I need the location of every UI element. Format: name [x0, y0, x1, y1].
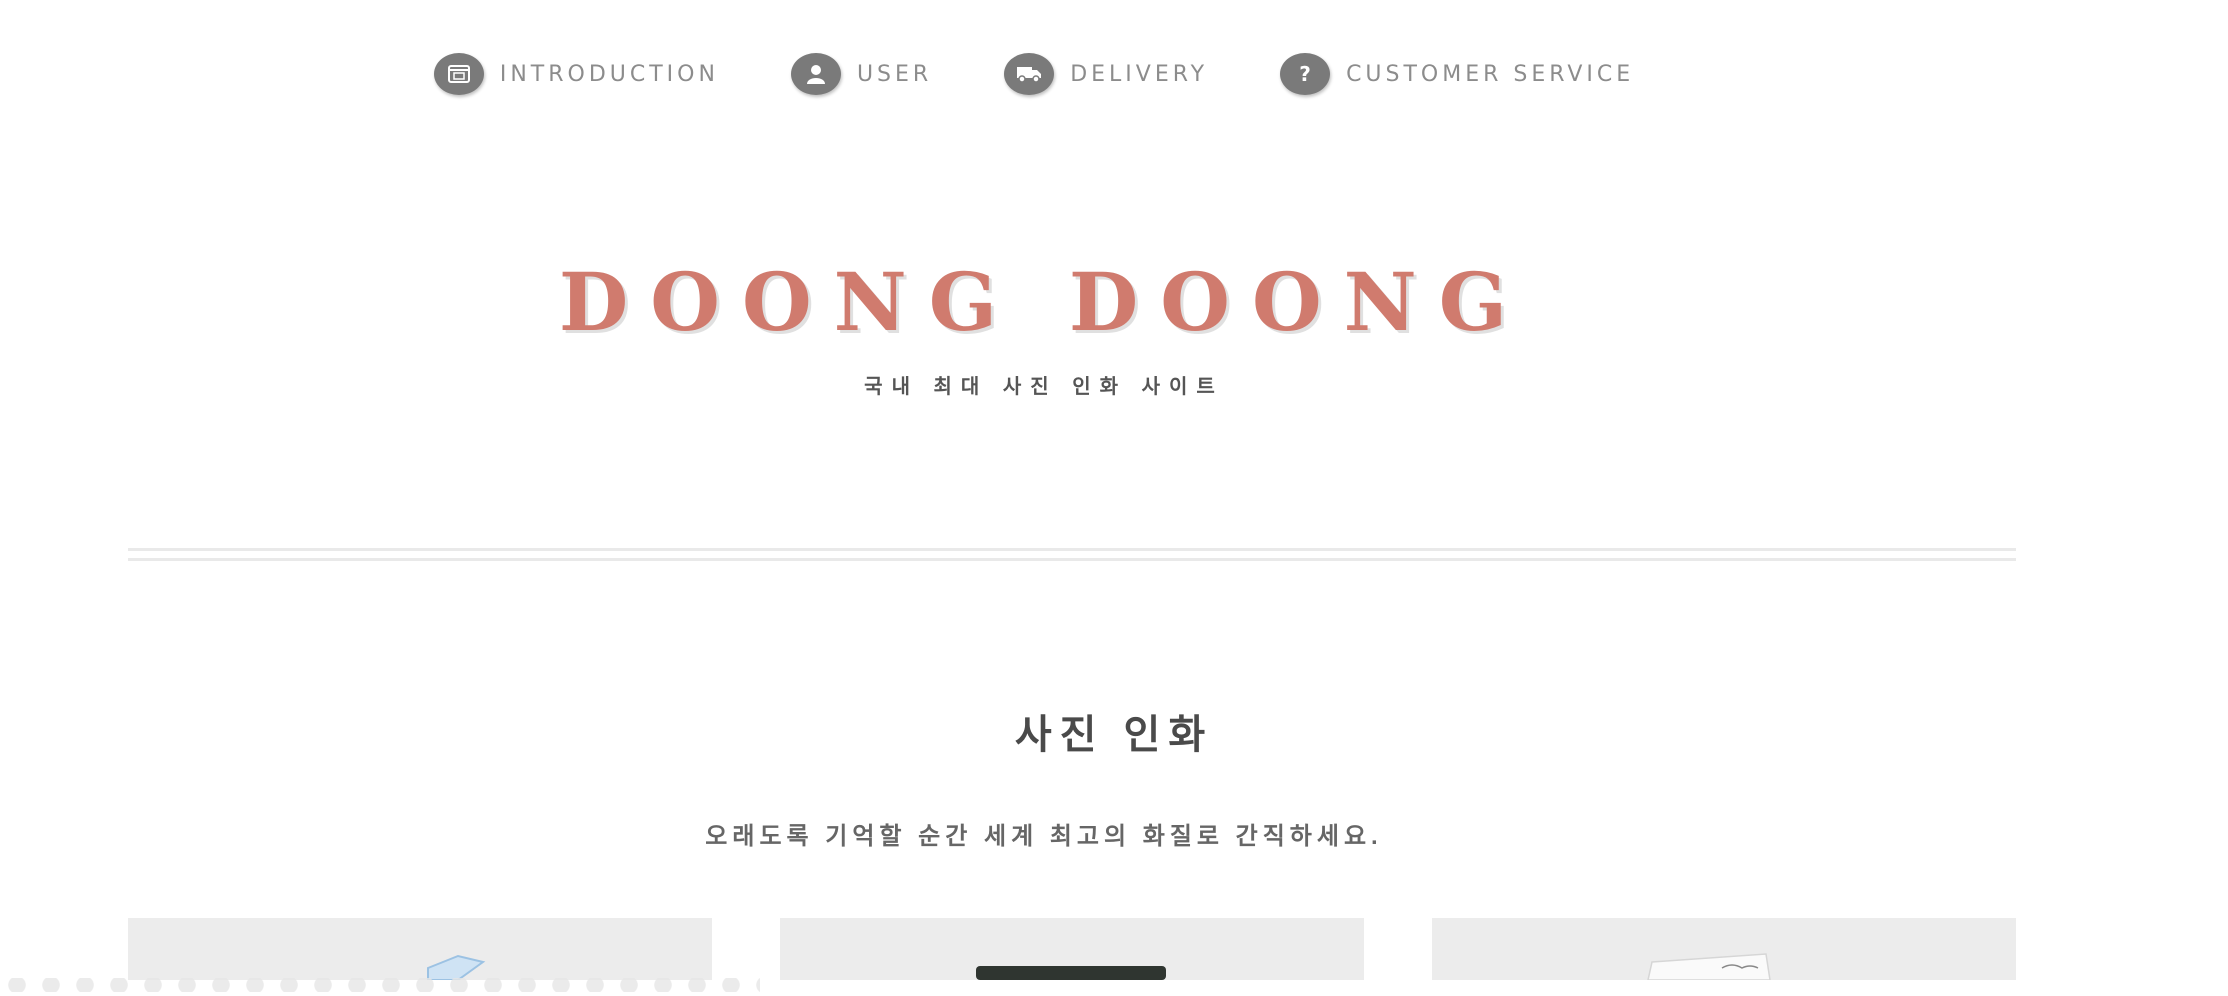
product-card-row: [128, 918, 2016, 980]
brand-tagline: 국내 최대 사진 인화 사이트: [864, 376, 1224, 398]
question-icon: ?: [1280, 53, 1331, 95]
photo-album-image: [976, 966, 1166, 980]
nav-item-customer-service[interactable]: ? CUSTOMER SERVICE: [1280, 53, 1634, 95]
product-card[interactable]: [1432, 918, 2016, 980]
nav-label: USER: [856, 61, 933, 87]
nav-label: INTRODUCTION: [499, 61, 719, 87]
user-icon: [790, 53, 841, 95]
photo-print-image: [1647, 953, 1771, 980]
section-subtitle: 오래도록 기억할 순간 세계 최고의 화질로 간직하세요.: [705, 823, 1383, 850]
product-card[interactable]: [780, 918, 1364, 980]
nav-label: DELIVERY: [1070, 61, 1209, 87]
section-title: 사진 인화: [1014, 713, 1214, 757]
brand-logo-title[interactable]: DOONG DOONG: [0, 255, 2158, 349]
browser-icon: [433, 53, 484, 95]
nav-item-user[interactable]: USER: [790, 53, 933, 95]
product-card[interactable]: [128, 918, 712, 980]
divider-line: [128, 558, 2016, 561]
divider-line: [128, 548, 2016, 551]
nav-item-delivery[interactable]: DELIVERY: [1004, 53, 1208, 95]
nav-label: CUSTOMER SERVICE: [1346, 61, 1635, 87]
top-navigation: INTRODUCTION USER DELIVERY ? CUSTOMER SE…: [0, 52, 2148, 96]
truck-icon: [1004, 53, 1055, 95]
photo-product-image: [427, 954, 486, 980]
svg-text:?: ?: [1299, 62, 1311, 86]
nav-item-introduction[interactable]: INTRODUCTION: [433, 53, 719, 95]
decorative-dots: [0, 978, 760, 992]
